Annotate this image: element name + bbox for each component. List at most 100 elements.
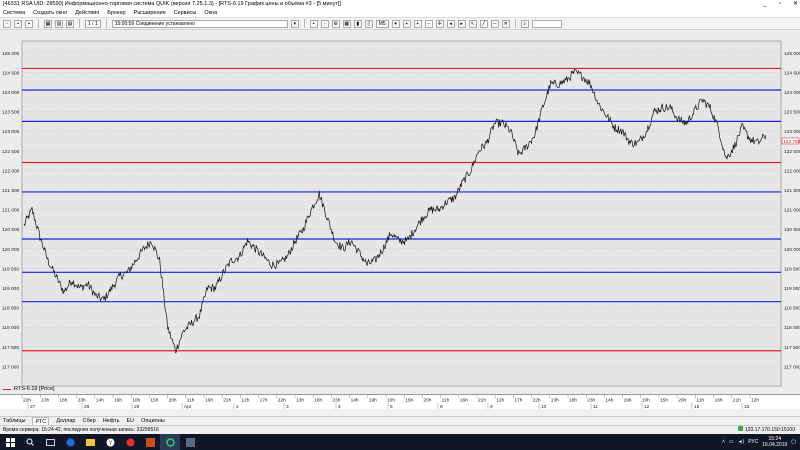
notifications-icon[interactable]: ▢ — [791, 439, 796, 445]
maximize-button[interactable]: ▫ — [779, 0, 781, 9]
chevron-down-icon[interactable]: ▾ — [290, 19, 299, 28]
app-icon[interactable] — [120, 434, 140, 450]
app-icon-2[interactable] — [140, 434, 160, 450]
bars-icon[interactable]: ▯ — [364, 19, 373, 28]
task-view-icon[interactable] — [40, 434, 60, 450]
zoom-out-icon[interactable]: − — [424, 19, 433, 28]
tab-rts[interactable]: РТС — [32, 417, 50, 425]
time-label: 11h — [187, 398, 195, 404]
time-label: 19h — [624, 398, 632, 404]
close-button[interactable]: ✕ — [793, 0, 798, 9]
toolbar-separator — [514, 19, 516, 28]
connection-status[interactable]: 15:00:59 Соединение установлено — [111, 19, 288, 28]
open-icon[interactable]: ▪ — [14, 19, 22, 28]
windows-start-icon[interactable] — [0, 434, 20, 450]
menu-services[interactable]: Сервисы — [174, 9, 197, 17]
server-ip: 193.17.170.150:15100 — [744, 427, 795, 433]
menu-extensions[interactable]: Расширения — [134, 9, 166, 17]
edge-icon[interactable] — [60, 434, 80, 450]
tab-options[interactable]: Опционы — [141, 417, 165, 425]
tab-sber[interactable]: Сбер — [83, 417, 96, 425]
price-tick-right: 117 000 — [784, 364, 800, 370]
time-label: 17h — [514, 398, 522, 404]
tab-dollar[interactable]: Доллар — [56, 417, 75, 425]
explorer-icon[interactable] — [80, 434, 100, 450]
menu-windows[interactable]: Окна — [204, 9, 217, 17]
price-tick-right: 119 500 — [784, 266, 800, 272]
print-icon[interactable]: ▪ — [309, 19, 318, 28]
delete-icon[interactable]: ✕ — [501, 19, 510, 28]
search-icon[interactable]: ⌕ — [520, 19, 529, 28]
tab-tables[interactable]: Таблицы — [3, 417, 25, 425]
settings-icon[interactable]: ⚙ — [331, 19, 340, 28]
clock[interactable]: 15:24 16.04.2019 — [762, 436, 787, 448]
menu-actions[interactable]: Действия — [75, 9, 99, 17]
toolbar-separator — [303, 19, 305, 28]
price-tick-right: 124 500 — [784, 70, 800, 76]
add-indicator-icon[interactable]: + — [402, 19, 411, 28]
scroll-right-icon[interactable]: ▸ — [457, 19, 466, 28]
grid-icon[interactable]: ▦ — [342, 19, 351, 28]
time-label: 19h — [369, 398, 377, 404]
tab-oil[interactable]: Нефть — [103, 417, 120, 425]
tray-up-icon[interactable]: ˄ — [722, 439, 725, 445]
status-bar: Время сервера: 15:24:42, последняя получ… — [0, 425, 800, 434]
price-tick-left: 121 500 — [2, 188, 20, 194]
chart-legend: RTS-6.19 [Price] — [3, 386, 55, 392]
quik-taskbar-icon[interactable] — [160, 434, 180, 450]
candles-icon[interactable]: ▮ — [353, 19, 362, 28]
yandex-browser-icon[interactable]: Y — [100, 434, 120, 450]
interval-select[interactable]: M5 — [375, 19, 389, 28]
time-label: 20h — [678, 398, 686, 404]
new-window-icon[interactable]: ▫ — [3, 19, 11, 28]
hline-tool-icon[interactable]: ─ — [490, 19, 499, 28]
time-axis[interactable]: 22h 13h 18h 23h 14h 19h 10h 15h 20h 11h 16h 21h 12h 1… — [0, 394, 800, 410]
language-indicator[interactable]: РУС — [748, 439, 758, 445]
page-indicator: 1 / 1 — [85, 19, 101, 28]
chart-icon[interactable]: ▥ — [55, 19, 63, 28]
time-label: 13h — [296, 398, 304, 404]
zoom-in-icon[interactable]: + — [413, 19, 422, 28]
time-label: 12h — [241, 398, 249, 404]
workspace-tabs: Таблицы РТС Доллар Сбер Нефть EU Опционы — [0, 416, 800, 425]
menu-system[interactable]: Система — [3, 9, 25, 17]
order-icon[interactable]: ▤ — [66, 19, 74, 28]
save-icon[interactable]: ▪ — [25, 19, 33, 28]
chevron-down-icon[interactable]: ▾ — [391, 19, 400, 28]
menu-create-window[interactable]: Создать окно — [33, 9, 67, 17]
pointer-icon[interactable]: ↖ — [468, 19, 477, 28]
crosshair-icon[interactable]: ✛ — [435, 19, 444, 28]
date-label: 4 — [338, 404, 341, 410]
search-input[interactable] — [531, 19, 562, 28]
price-tick-right: 121 000 — [784, 208, 800, 214]
time-label: 15h — [405, 398, 413, 404]
minimize-button[interactable]: _ — [763, 0, 766, 9]
price-tick-left: 124 500 — [2, 70, 20, 76]
toolbar-separator — [105, 19, 107, 28]
line-tool-icon[interactable]: ╱ — [479, 19, 488, 28]
y-axis-right: 125 000 124 500 124 000 123 500 123 000 122 5… — [781, 51, 800, 370]
price-tick-right: 122 500 — [784, 149, 800, 155]
date-label: 11 — [593, 404, 598, 410]
search-icon[interactable] — [20, 434, 40, 450]
date-label: Apr — [184, 404, 192, 410]
date-label: 5 — [390, 404, 393, 410]
price-tick-right: 125 000 — [784, 51, 800, 57]
app-icon-3[interactable] — [180, 434, 200, 450]
network-icon[interactable]: ▭ — [729, 439, 734, 445]
tab-eu[interactable]: EU — [127, 417, 135, 425]
table-icon[interactable]: ▦ — [44, 19, 52, 28]
price-chart[interactable]: 125 000 124 500 124 000 123 500 123 000 122 5… — [0, 31, 800, 401]
volume-icon[interactable]: ◄) — [738, 439, 745, 445]
plot-background — [21, 40, 782, 387]
price-tick-right: 117 500 — [784, 345, 800, 351]
time-label: 14h — [351, 398, 359, 404]
time-label: 18h — [59, 398, 67, 404]
copy-icon[interactable]: ▫ — [320, 19, 329, 28]
chart-window[interactable]: 125 000 124 500 124 000 123 500 123 000 122 5… — [0, 31, 800, 401]
legend-label: RTS-6.19 [Price] — [14, 386, 55, 392]
price-tick-right: 120 500 — [784, 227, 800, 233]
menu-broker[interactable]: Брокер — [107, 9, 125, 17]
y-axis-left: 125 000 124 500 124 000 123 500 123 000 122 5… — [2, 51, 20, 371]
scroll-left-icon[interactable]: ◂ — [446, 19, 455, 28]
